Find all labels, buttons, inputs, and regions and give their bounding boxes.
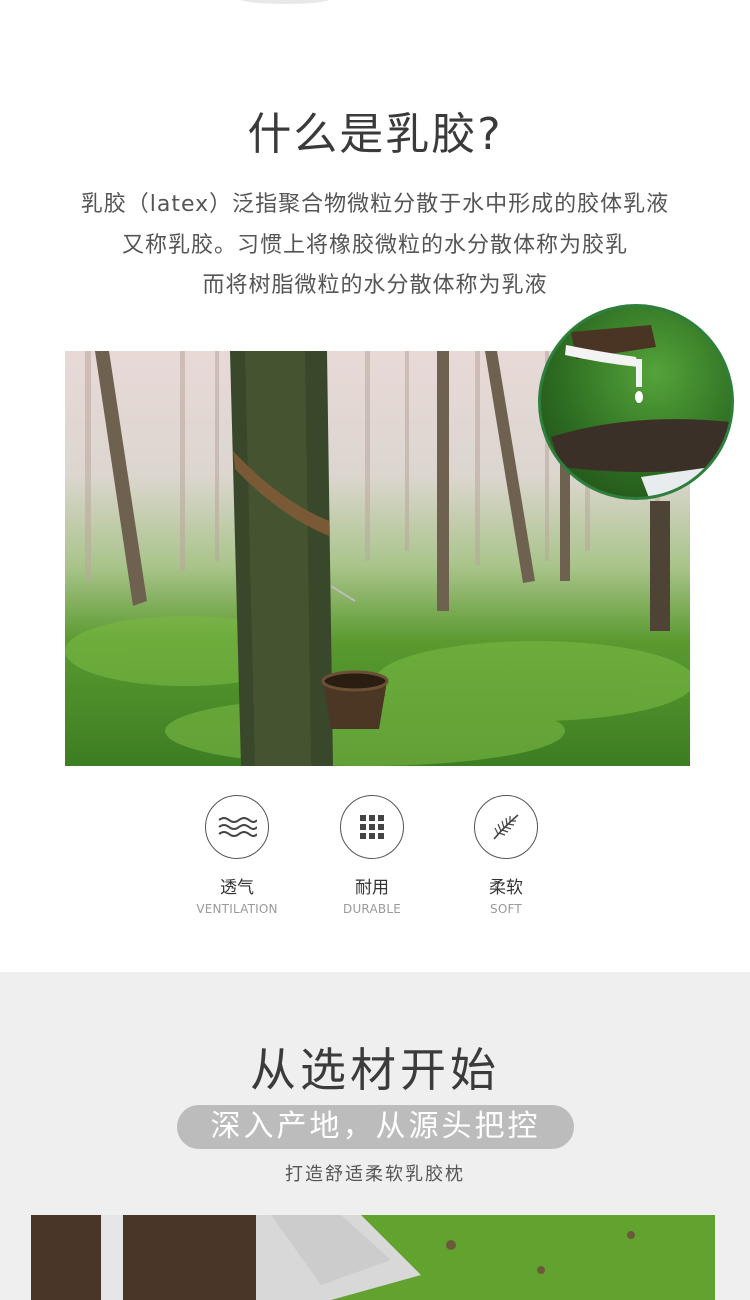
intro-description-line-1: 乳胶（latex）泛指聚合物微粒分散于水中形成的胶体乳液 bbox=[80, 192, 670, 217]
feature-durable-label: 耐用 bbox=[355, 878, 389, 898]
sourcing-subtitle: 打造舒适柔软乳胶枕 bbox=[285, 1164, 465, 1185]
feather-icon bbox=[474, 795, 538, 859]
intro-title: 什么是乳胶? bbox=[247, 109, 503, 160]
wave-icon bbox=[205, 795, 269, 859]
feature-durable-en-label: DURABLE bbox=[343, 902, 401, 916]
intro-section: 什么是乳胶? 乳胶（latex）泛指聚合物微粒分散于水中形成的胶体乳液 又称乳胶… bbox=[0, 0, 750, 972]
sourcing-title: 从选材开始 bbox=[250, 1043, 500, 1097]
feature-list: 透气 VENTILATION 耐用 DURABLE 柔软 SOFT bbox=[0, 795, 750, 935]
top-decoration bbox=[240, 0, 330, 4]
feature-durable: 耐用 DURABLE bbox=[302, 795, 442, 916]
feature-soft-en-label: SOFT bbox=[490, 902, 522, 916]
feature-ventilation-label: 透气 bbox=[220, 878, 254, 898]
intro-description-line-3: 而将树脂微粒的水分散体称为乳液 bbox=[202, 273, 548, 298]
feature-soft: 柔软 SOFT bbox=[436, 795, 576, 916]
dot-grid-icon bbox=[340, 795, 404, 859]
intro-description-line-2: 又称乳胶。习惯上将橡胶微粒的水分散体称为胶乳 bbox=[121, 233, 628, 258]
sourcing-pill-banner: 深入产地，从源头把控 bbox=[177, 1105, 574, 1149]
latex-drip-closeup-image bbox=[538, 304, 734, 500]
plantation-photo bbox=[31, 1215, 715, 1300]
feature-ventilation-en-label: VENTILATION bbox=[196, 902, 278, 916]
sourcing-section: 从选材开始 深入产地，从源头把控 打造舒适柔软乳胶枕 bbox=[0, 972, 750, 1300]
feature-soft-label: 柔软 bbox=[489, 878, 523, 898]
feature-ventilation: 透气 VENTILATION bbox=[167, 795, 307, 916]
